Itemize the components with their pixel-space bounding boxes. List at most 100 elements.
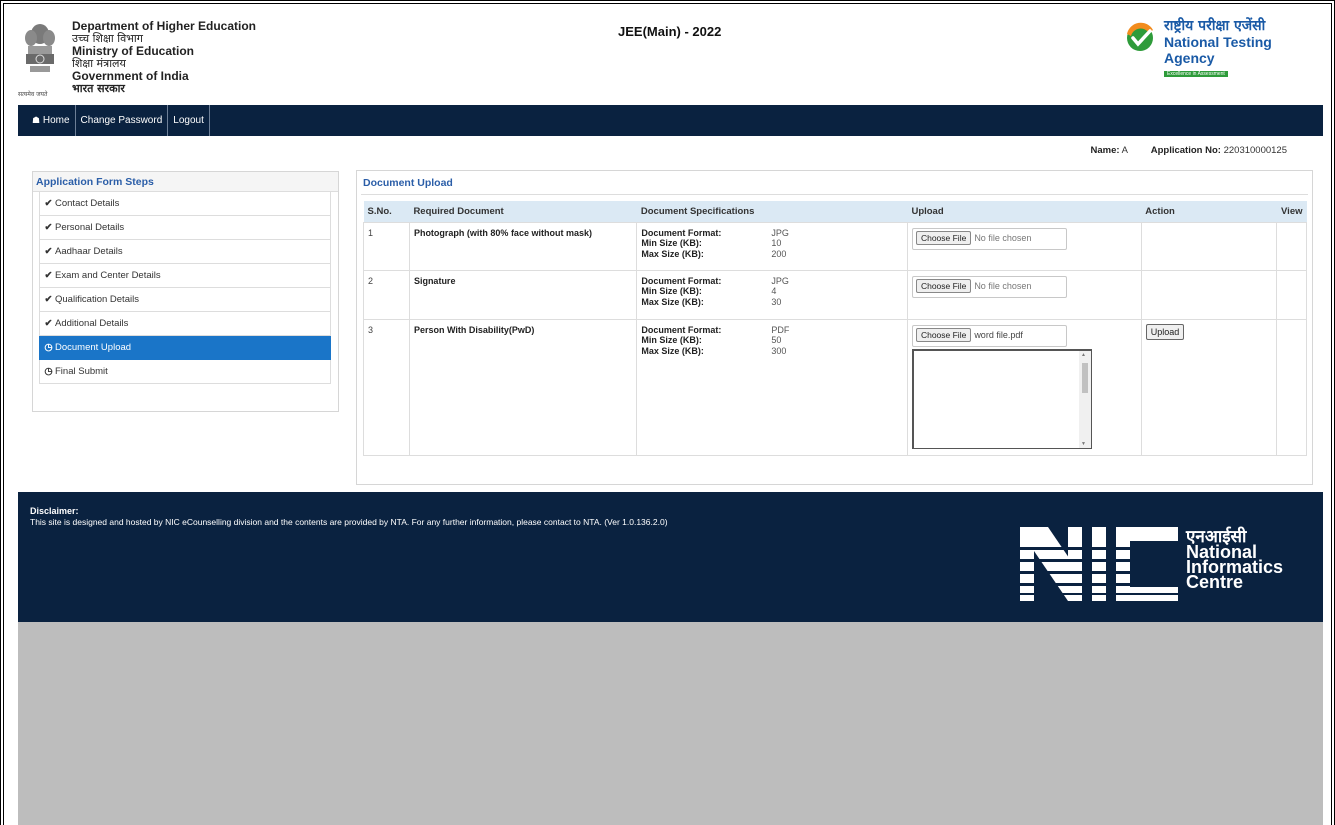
state-emblem-icon bbox=[25, 24, 55, 72]
spec-format-value: JPG bbox=[771, 227, 789, 238]
step-label: Final Submit bbox=[55, 366, 108, 377]
page-header: सत्यमेव जयते Department of Higher Educat… bbox=[18, 10, 1323, 106]
step-aadhaar-details[interactable]: ✔ Aadhaar Details bbox=[39, 240, 331, 264]
check-circle-icon: ✔ bbox=[44, 270, 53, 281]
signature-file-input[interactable]: Choose File No file chosen bbox=[911, 275, 1067, 298]
col-required-document: Required Document bbox=[409, 201, 637, 222]
col-view: View bbox=[1276, 201, 1307, 222]
home-icon: ☗ bbox=[32, 115, 41, 125]
application-no-value: 220310000125 bbox=[1223, 145, 1287, 156]
col-specifications: Document Specifications bbox=[636, 201, 908, 222]
col-upload: Upload bbox=[907, 201, 1142, 222]
application-steps-panel: Application Form Steps ✔ Contact Details … bbox=[32, 171, 339, 412]
step-personal-details[interactable]: ✔ Personal Details bbox=[39, 216, 331, 240]
step-exam-center-details[interactable]: ✔ Exam and Center Details bbox=[39, 264, 331, 288]
govt-name-en: Government of India bbox=[72, 69, 189, 83]
nta-name-en: National Testing Agency bbox=[1164, 34, 1272, 66]
file-name: No file chosen bbox=[974, 280, 1032, 291]
spec-format-label: Document Format: bbox=[641, 275, 722, 286]
nta-name-hi: राष्ट्रीय परीक्षा एजेंसी bbox=[1164, 18, 1266, 34]
disclaimer-title: Disclaimer: bbox=[30, 506, 79, 516]
nav-home[interactable]: ☗ Home bbox=[18, 105, 76, 136]
row-sno: 3 bbox=[363, 318, 410, 456]
row-view bbox=[1276, 269, 1307, 320]
document-upload-title: Document Upload bbox=[363, 177, 453, 189]
clock-icon: ◷ bbox=[44, 366, 53, 377]
spec-format-label: Document Format: bbox=[641, 324, 722, 335]
check-circle-icon: ✔ bbox=[44, 246, 53, 257]
choose-file-button[interactable]: Choose File bbox=[915, 230, 972, 245]
top-navbar: ☗ Home Change Password Logout bbox=[18, 105, 1323, 136]
ministry-block: Department of Higher Education उच्च शिक्… bbox=[72, 20, 256, 95]
scrollbar-thumb[interactable] bbox=[1081, 362, 1088, 393]
spec-max-value: 30 bbox=[771, 296, 782, 307]
step-qualification-details[interactable]: ✔ Qualification Details bbox=[39, 288, 331, 312]
row-upload: Choose File No file chosen bbox=[906, 221, 1142, 271]
row-document: Person With Disability(PwD) bbox=[408, 318, 638, 456]
row-specs: Document Format: JPG Min Size (KB): 4 Max … bbox=[636, 269, 908, 320]
file-name: No file chosen bbox=[974, 232, 1032, 243]
ministry-name-en: Ministry of Education bbox=[72, 44, 195, 58]
name-value: A bbox=[1121, 145, 1128, 156]
row-action bbox=[1140, 269, 1278, 320]
page-title: JEE(Main) - 2022 bbox=[618, 24, 722, 39]
scroll-up-icon[interactable]: ▲ bbox=[1081, 352, 1086, 358]
row-view bbox=[1276, 221, 1307, 271]
scroll-down-icon[interactable]: ▼ bbox=[1081, 441, 1086, 447]
nic-logo-icon bbox=[1020, 527, 1178, 601]
row-specs: Document Format: JPG Min Size (KB): 10 Max… bbox=[636, 221, 908, 271]
spec-min-value: 4 bbox=[771, 286, 777, 296]
step-label: Aadhaar Details bbox=[55, 246, 123, 257]
empty-background-area bbox=[18, 622, 1323, 825]
step-label: Document Upload bbox=[55, 342, 132, 353]
step-document-upload[interactable]: ◷ Document Upload bbox=[39, 336, 331, 360]
step-final-submit[interactable]: ◷ Final Submit bbox=[39, 360, 331, 384]
pwd-file-input[interactable]: Choose File word file.pdf bbox=[911, 324, 1067, 347]
row-document: Photograph (with 80% face without mask) bbox=[408, 221, 638, 271]
spec-format-value: JPG bbox=[771, 275, 789, 286]
step-label: Personal Details bbox=[55, 222, 125, 233]
row-specs: Document Format: PDF Min Size (KB): 50 Max… bbox=[636, 318, 908, 456]
check-circle-icon: ✔ bbox=[44, 294, 53, 305]
photo-file-input[interactable]: Choose File No file chosen bbox=[911, 227, 1067, 250]
nav-logout[interactable]: Logout bbox=[168, 105, 210, 136]
row-action bbox=[1140, 221, 1278, 271]
upload-button[interactable]: Upload bbox=[1145, 323, 1185, 340]
nic-brand: एनआईसी National Informatics Centre bbox=[1186, 529, 1283, 592]
preview-scrollbar[interactable]: ▲ ▼ bbox=[1078, 350, 1091, 448]
choose-file-button[interactable]: Choose File bbox=[915, 278, 972, 293]
disclaimer-text: This site is designed and hosted by NIC … bbox=[30, 517, 668, 527]
application-no-label: Application No: bbox=[1150, 145, 1221, 156]
name-label: Name: bbox=[1090, 145, 1120, 156]
spec-min-value: 50 bbox=[771, 335, 782, 345]
spec-format-label: Document Format: bbox=[641, 227, 722, 238]
row-sno: 1 bbox=[363, 221, 410, 271]
nta-checkmark-logo-icon bbox=[1127, 22, 1153, 51]
spec-min-label: Min Size (KB): bbox=[641, 286, 702, 296]
row-sno: 2 bbox=[363, 269, 410, 320]
row-action: Upload bbox=[1140, 318, 1278, 456]
spec-format-value: PDF bbox=[771, 324, 790, 335]
user-info: Name: A Application No: 220310000125 bbox=[1090, 145, 1287, 156]
row-document: Signature bbox=[408, 269, 638, 320]
step-contact-details[interactable]: ✔ Contact Details bbox=[39, 192, 331, 216]
step-label: Exam and Center Details bbox=[55, 270, 161, 281]
page-frame: सत्यमेव जयते Department of Higher Educat… bbox=[0, 0, 1335, 825]
file-name: word file.pdf bbox=[974, 329, 1023, 340]
spec-max-label: Max Size (KB): bbox=[641, 296, 704, 307]
row-upload: Choose File word file.pdf ▲ ▼ bbox=[906, 318, 1142, 456]
spec-min-label: Min Size (KB): bbox=[641, 238, 702, 248]
col-action: Action bbox=[1141, 201, 1277, 222]
nta-brand: राष्ट्रीय परीक्षा एजेंसी National Testin… bbox=[1164, 18, 1323, 78]
page-footer: Disclaimer: This site is designed and ho… bbox=[18, 492, 1323, 622]
spec-max-value: 300 bbox=[771, 345, 787, 356]
steps-title: Application Form Steps bbox=[33, 172, 338, 192]
document-preview-box[interactable]: ▲ ▼ bbox=[911, 348, 1092, 449]
nta-tagline: Excellence in Assessment bbox=[1164, 71, 1228, 77]
choose-file-button[interactable]: Choose File bbox=[915, 327, 972, 342]
step-additional-details[interactable]: ✔ Additional Details bbox=[39, 312, 331, 336]
spec-max-label: Max Size (KB): bbox=[641, 345, 704, 356]
nav-change-password[interactable]: Change Password bbox=[76, 105, 169, 136]
clock-icon: ◷ bbox=[44, 342, 53, 353]
documents-table: S.No. Required Document Document Specifi… bbox=[363, 201, 1307, 456]
